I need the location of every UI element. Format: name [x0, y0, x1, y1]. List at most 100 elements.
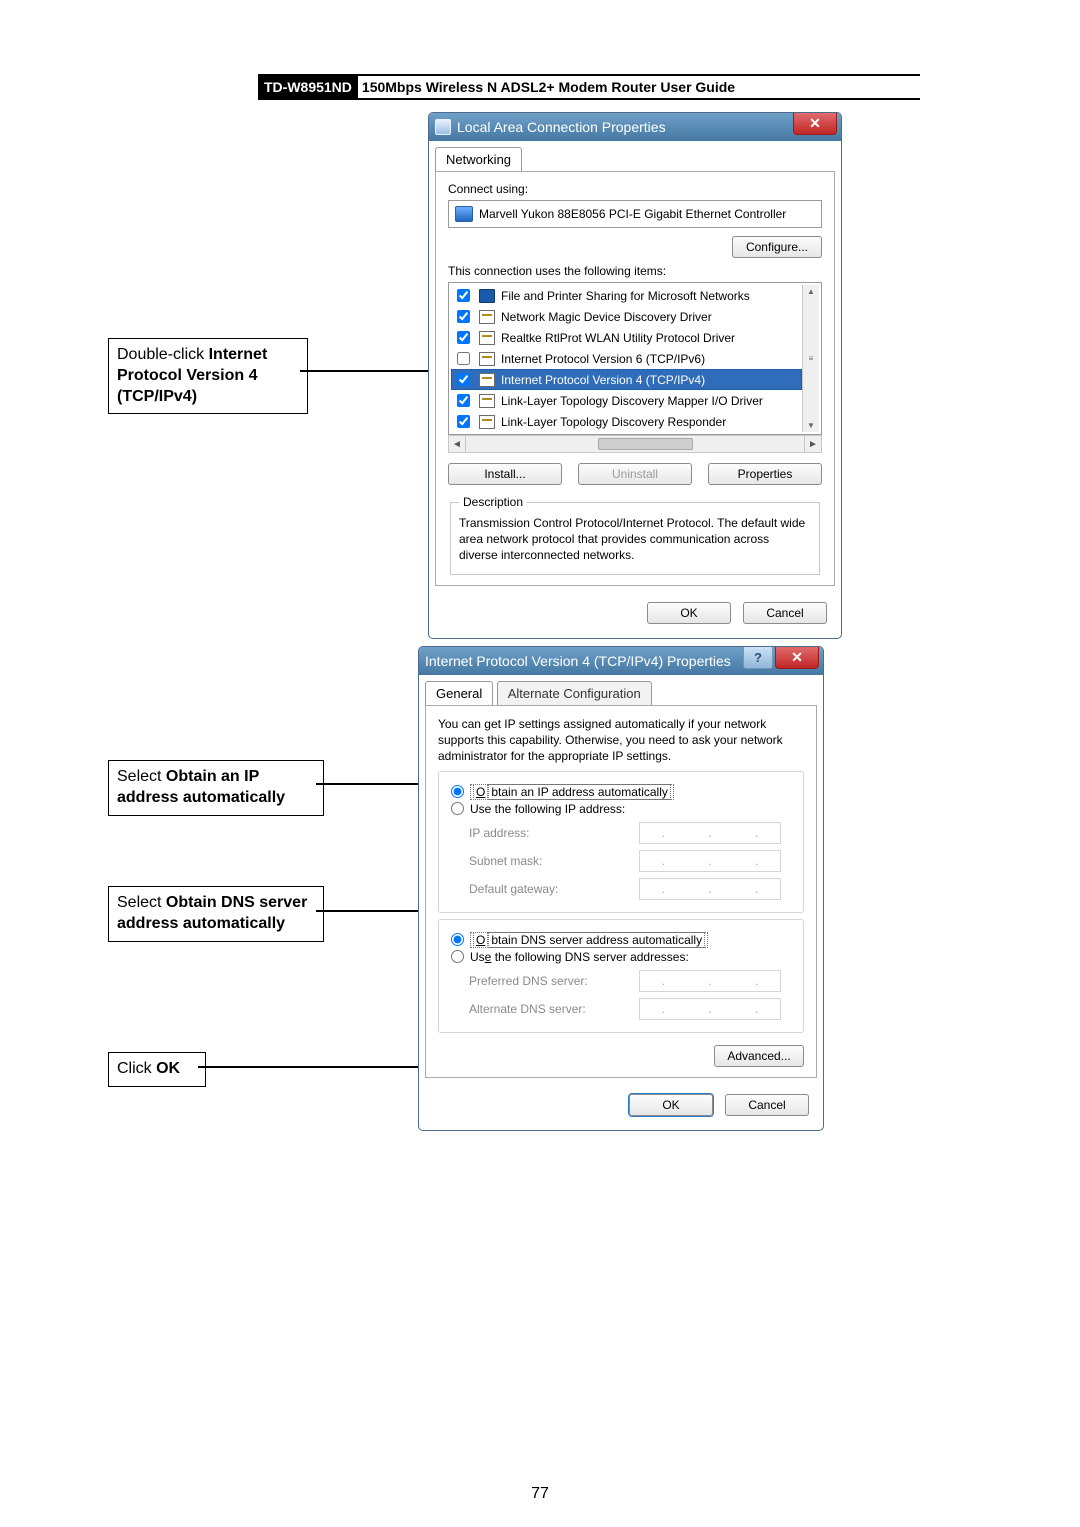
connection-items-list[interactable]: File and Printer Sharing for Microsoft N… [448, 282, 822, 435]
protocol-icon [479, 373, 495, 387]
uninstall-button[interactable]: Uninstall [578, 463, 692, 485]
alternate-dns-field: Alternate DNS server: ... [469, 998, 791, 1020]
dialog-titlebar[interactable]: Internet Protocol Version 4 (TCP/IPv4) P… [419, 647, 823, 675]
scrollbar-vertical[interactable]: ▲≡▼ [802, 285, 819, 432]
radio-use-ip[interactable]: Use the following IP address: [451, 802, 791, 816]
callout-click-ok: Click OK [108, 1052, 206, 1087]
item-checkbox[interactable] [457, 289, 470, 302]
tab-body-networking: Connect using: Marvell Yukon 88E8056 PCI… [435, 171, 835, 586]
description-text: Transmission Control Protocol/Internet P… [459, 515, 811, 564]
preferred-dns-field: Preferred DNS server: ... [469, 970, 791, 992]
callout-obtain-ip: Select Obtain an IP address automaticall… [108, 760, 324, 816]
radio-input[interactable] [451, 950, 464, 963]
advanced-button[interactable]: Advanced... [714, 1045, 804, 1067]
item-label: Internet Protocol Version 6 (TCP/IPv6) [501, 352, 705, 366]
radio-input[interactable] [451, 933, 464, 946]
callout-obtain-dns: Select Obtain DNS server address automat… [108, 886, 324, 942]
list-item[interactable]: Link-Layer Topology Discovery Responder [451, 411, 802, 432]
item-label: Internet Protocol Version 4 (TCP/IPv4) [501, 373, 705, 387]
window-icon [435, 119, 451, 135]
scroll-handle-icon: ≡ [809, 354, 814, 363]
adapter-name: Marvell Yukon 88E8056 PCI-E Gigabit Ethe… [479, 207, 786, 221]
intro-text: You can get IP settings assigned automat… [438, 716, 804, 765]
list-item[interactable]: Network Magic Device Discovery Driver [451, 306, 802, 327]
scroll-down-icon: ▼ [807, 421, 815, 430]
doc-header: TD-W8951ND 150Mbps Wireless N ADSL2+ Mod… [258, 74, 920, 100]
description-legend: Description [459, 495, 527, 509]
page-number: 77 [0, 1485, 1080, 1503]
item-label: File and Printer Sharing for Microsoft N… [501, 289, 750, 303]
ok-button[interactable]: OK [629, 1094, 713, 1116]
adapter-field[interactable]: Marvell Yukon 88E8056 PCI-E Gigabit Ethe… [448, 200, 822, 228]
properties-button[interactable]: Properties [708, 463, 822, 485]
protocol-icon [479, 394, 495, 408]
item-label: Link-Layer Topology Discovery Mapper I/O… [501, 394, 763, 408]
radio-use-dns[interactable]: Use the following DNS server addresses: [451, 950, 791, 964]
close-button[interactable]: ✕ [775, 646, 819, 669]
description-group: Description Transmission Control Protoco… [450, 495, 820, 575]
model-badge: TD-W8951ND [258, 76, 358, 98]
tabstrip: General Alternate Configuration [419, 675, 823, 705]
cancel-button[interactable]: Cancel [725, 1094, 809, 1116]
doc-title: 150Mbps Wireless N ADSL2+ Modem Router U… [362, 79, 735, 95]
dialog-title: Internet Protocol Version 4 (TCP/IPv4) P… [425, 653, 731, 669]
help-icon: ? [754, 650, 762, 665]
scrollbar-horizontal[interactable]: ◄► [448, 435, 822, 453]
callout-double-click-ipv4: Double-click Internet Protocol Version 4… [108, 338, 308, 414]
list-item[interactable]: File and Printer Sharing for Microsoft N… [451, 285, 802, 306]
protocol-icon [479, 331, 495, 345]
dialog-titlebar[interactable]: Local Area Connection Properties ✕ [429, 113, 841, 141]
printer-icon [479, 289, 495, 303]
radio-input[interactable] [451, 785, 464, 798]
dialog-title: Local Area Connection Properties [457, 119, 666, 135]
network-adapter-icon [455, 206, 473, 222]
radio-obtain-ip-auto[interactable]: Obtain an IP address automatically [451, 784, 791, 800]
list-item[interactable]: Internet Protocol Version 4 (TCP/IPv4) [451, 369, 802, 390]
item-checkbox[interactable] [457, 331, 470, 344]
dns-group: Obtain DNS server address automatically … [438, 919, 804, 1033]
ip-address-group: Obtain an IP address automatically Use t… [438, 771, 804, 913]
list-item[interactable]: Internet Protocol Version 6 (TCP/IPv6) [451, 348, 802, 369]
tab-alternate-configuration[interactable]: Alternate Configuration [497, 681, 652, 705]
ok-button[interactable]: OK [647, 602, 731, 624]
configure-button[interactable]: Configure... [732, 236, 822, 258]
ip-address-field: IP address: ... [469, 822, 791, 844]
tab-networking[interactable]: Networking [435, 147, 522, 171]
default-gateway-field: Default gateway: ... [469, 878, 791, 900]
list-item[interactable]: Link-Layer Topology Discovery Mapper I/O… [451, 390, 802, 411]
ip-input: ... [639, 878, 781, 900]
item-label: Realtke RtlProt WLAN Utility Protocol Dr… [501, 331, 735, 345]
item-checkbox[interactable] [457, 310, 470, 323]
ip-input: ... [639, 850, 781, 872]
scroll-right-icon: ► [804, 436, 821, 452]
cancel-button[interactable]: Cancel [743, 602, 827, 624]
protocol-icon [479, 310, 495, 324]
item-checkbox[interactable] [457, 394, 470, 407]
local-area-connection-dialog: Local Area Connection Properties ✕ Netwo… [428, 112, 842, 639]
protocol-icon [479, 352, 495, 366]
ipv4-properties-dialog: Internet Protocol Version 4 (TCP/IPv4) P… [418, 646, 824, 1131]
ip-input: ... [639, 970, 781, 992]
ip-input: ... [639, 998, 781, 1020]
tabstrip: Networking [429, 141, 841, 171]
ip-input: ... [639, 822, 781, 844]
item-checkbox[interactable] [457, 373, 470, 386]
scroll-left-icon: ◄ [449, 436, 466, 452]
item-label: Link-Layer Topology Discovery Responder [501, 415, 726, 429]
item-checkbox[interactable] [457, 415, 470, 428]
item-checkbox[interactable] [457, 352, 470, 365]
radio-obtain-dns-auto[interactable]: Obtain DNS server address automatically [451, 932, 791, 948]
connect-using-label: Connect using: [448, 182, 822, 196]
close-icon: ✕ [809, 115, 821, 132]
close-button[interactable]: ✕ [793, 112, 837, 135]
install-button[interactable]: Install... [448, 463, 562, 485]
list-item[interactable]: Realtke RtlProt WLAN Utility Protocol Dr… [451, 327, 802, 348]
radio-input[interactable] [451, 802, 464, 815]
subnet-mask-field: Subnet mask: ... [469, 850, 791, 872]
help-button[interactable]: ? [743, 646, 773, 669]
protocol-icon [479, 415, 495, 429]
item-label: Network Magic Device Discovery Driver [501, 310, 712, 324]
connection-items-label: This connection uses the following items… [448, 264, 822, 278]
tab-general[interactable]: General [425, 681, 493, 705]
close-icon: ✕ [791, 649, 803, 666]
